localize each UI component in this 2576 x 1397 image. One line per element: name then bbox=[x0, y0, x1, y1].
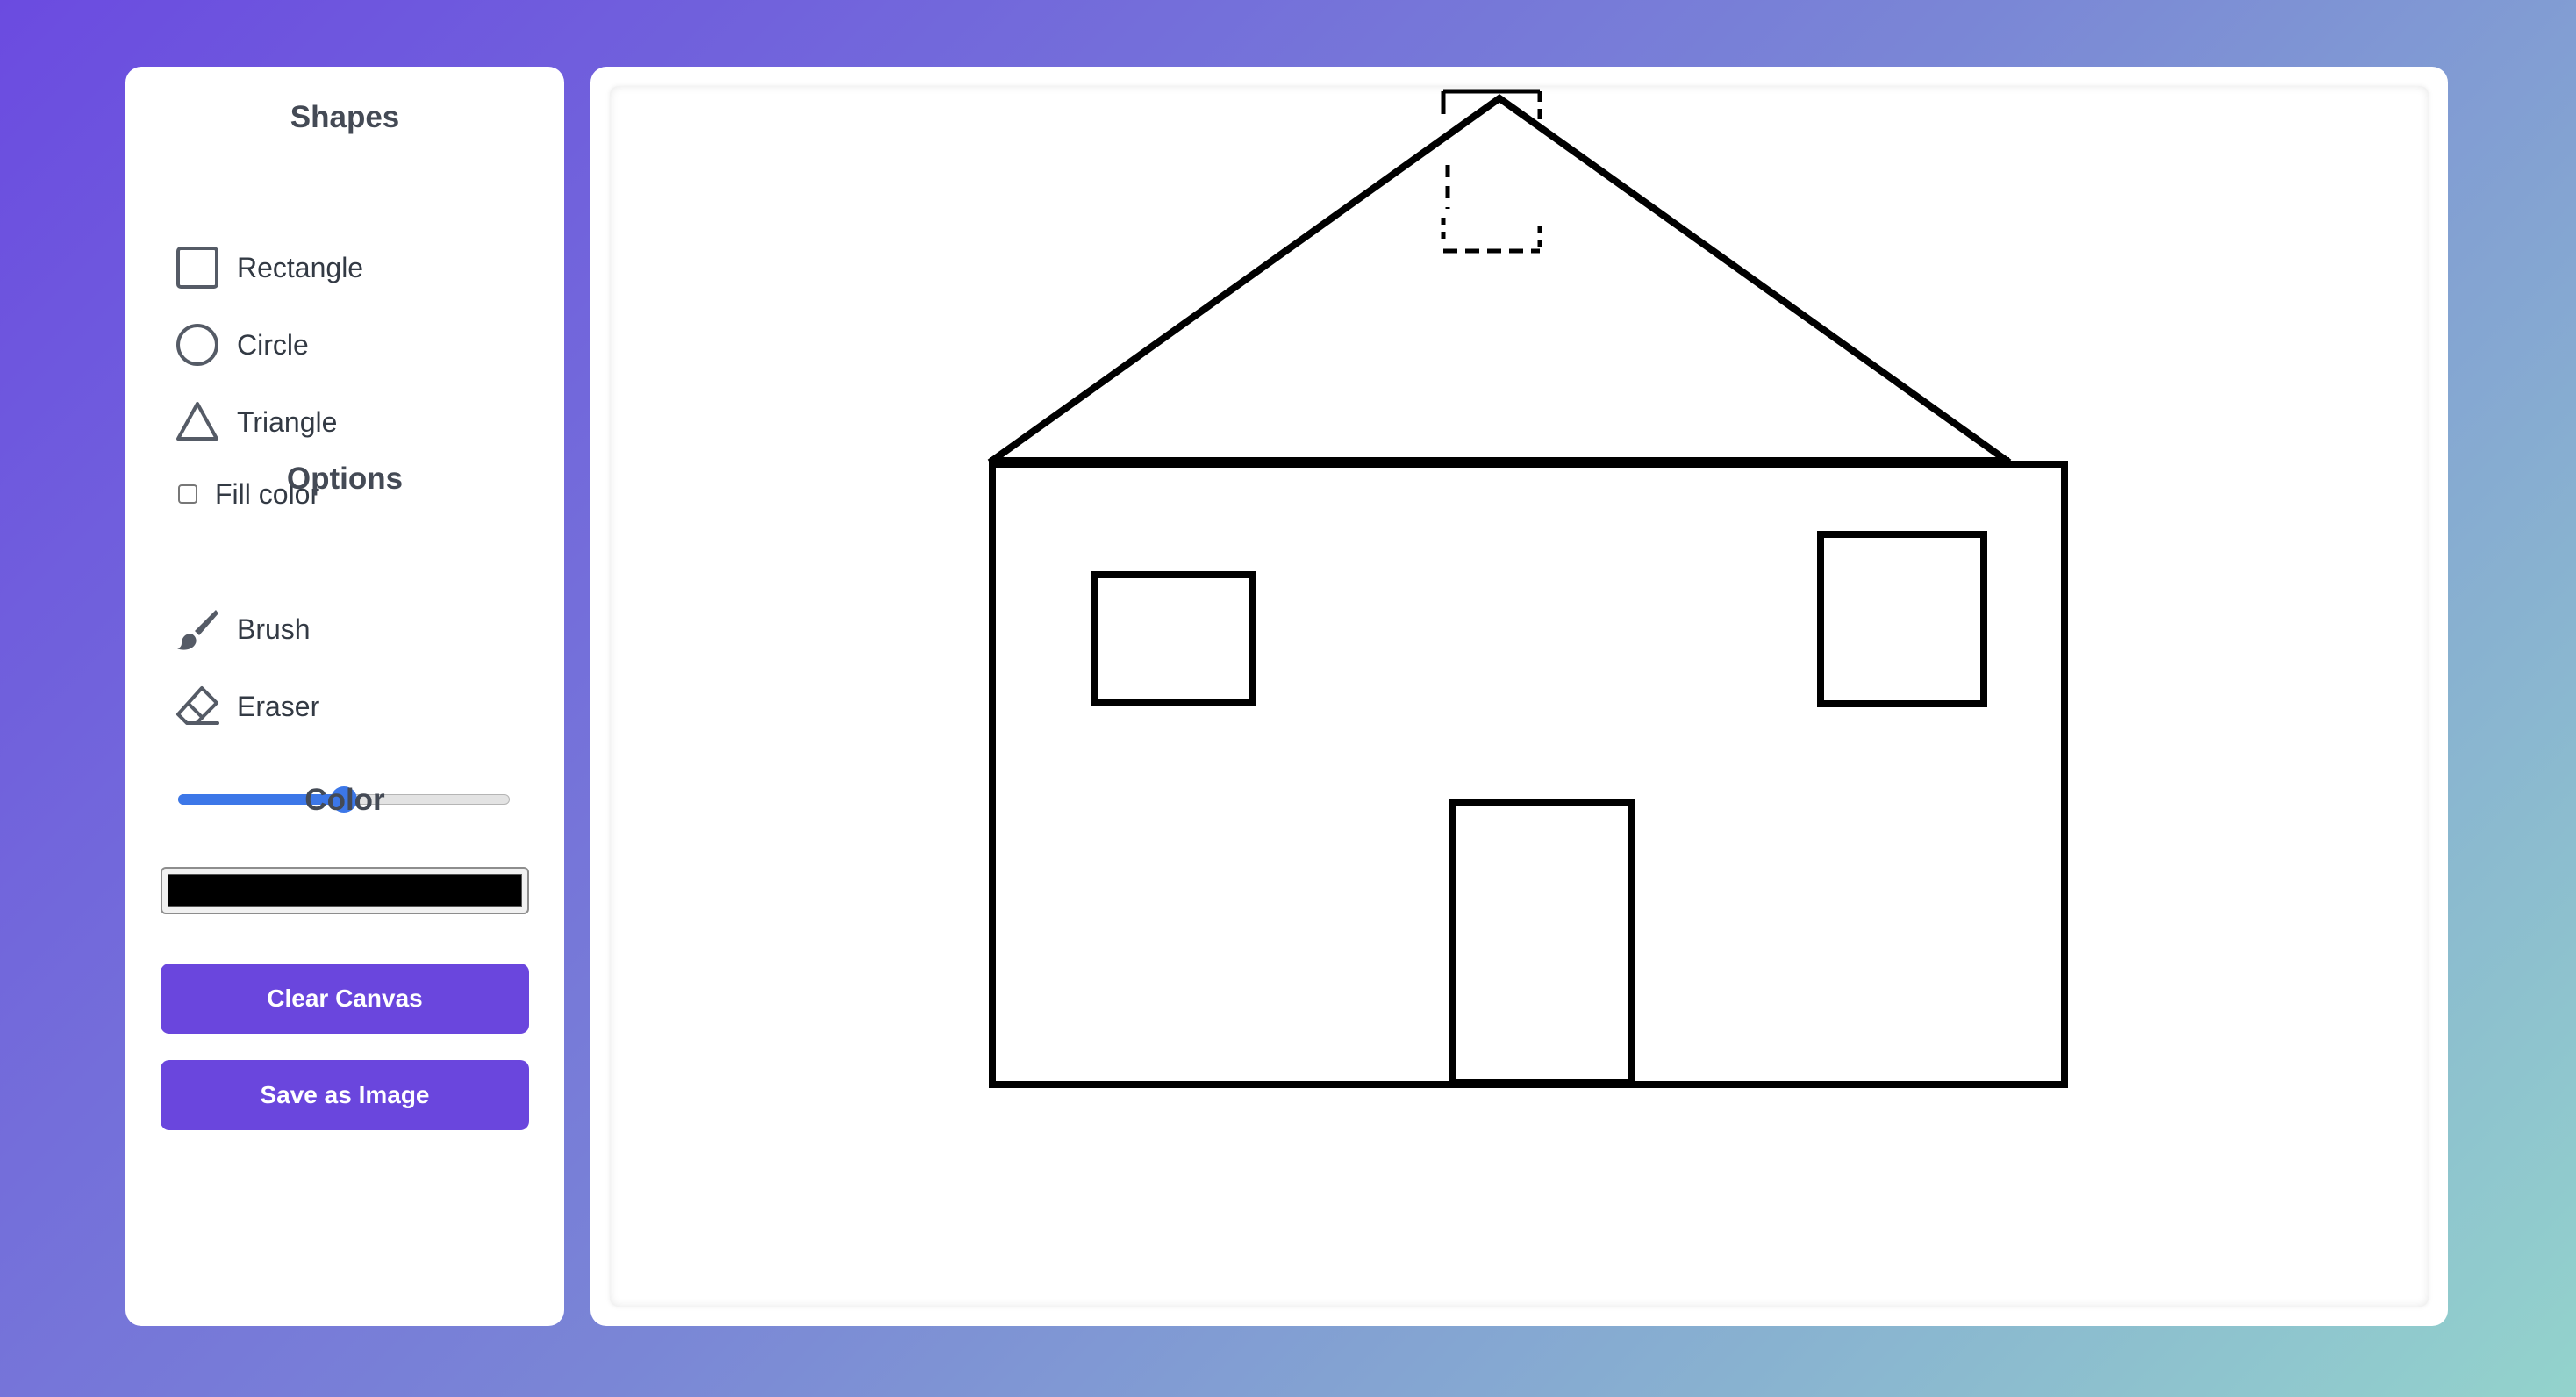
door bbox=[1449, 799, 1635, 1086]
circle-tool[interactable]: Circle bbox=[175, 322, 309, 368]
clear-canvas-button[interactable]: Clear Canvas bbox=[161, 964, 529, 1034]
left-window bbox=[1091, 571, 1256, 706]
rectangle-tool[interactable]: Rectangle bbox=[175, 245, 363, 290]
canvas-container bbox=[590, 67, 2448, 1326]
roof bbox=[987, 94, 2012, 466]
tool-panel: Shapes Rectangle Circle Triangle Fill co… bbox=[125, 67, 564, 1326]
shapes-heading: Shapes bbox=[290, 100, 400, 134]
house-drawing bbox=[987, 89, 2068, 1088]
brush-tool[interactable]: Brush bbox=[175, 606, 311, 652]
triangle-label: Triangle bbox=[237, 405, 338, 438]
options-heading: Options bbox=[286, 462, 404, 496]
brush-icon bbox=[175, 607, 219, 651]
circle-label: Circle bbox=[237, 328, 309, 361]
color-heading: Color bbox=[304, 783, 385, 817]
triangle-tool[interactable]: Triangle bbox=[175, 399, 337, 445]
drawing-canvas[interactable] bbox=[610, 86, 2429, 1307]
right-window bbox=[1817, 531, 1987, 707]
eraser-tool[interactable]: Eraser bbox=[175, 684, 319, 729]
eraser-icon bbox=[175, 684, 219, 728]
color-picker[interactable] bbox=[161, 867, 529, 914]
color-swatch bbox=[168, 874, 522, 907]
house-wall bbox=[989, 461, 2068, 1088]
square-outline-icon bbox=[175, 246, 219, 290]
eraser-label: Eraser bbox=[237, 690, 320, 722]
brush-label: Brush bbox=[237, 613, 311, 645]
rectangle-label: Rectangle bbox=[237, 251, 364, 283]
save-as-image-button[interactable]: Save as Image bbox=[161, 1060, 529, 1130]
circle-outline-icon bbox=[175, 323, 219, 367]
triangle-outline-icon bbox=[175, 400, 219, 444]
